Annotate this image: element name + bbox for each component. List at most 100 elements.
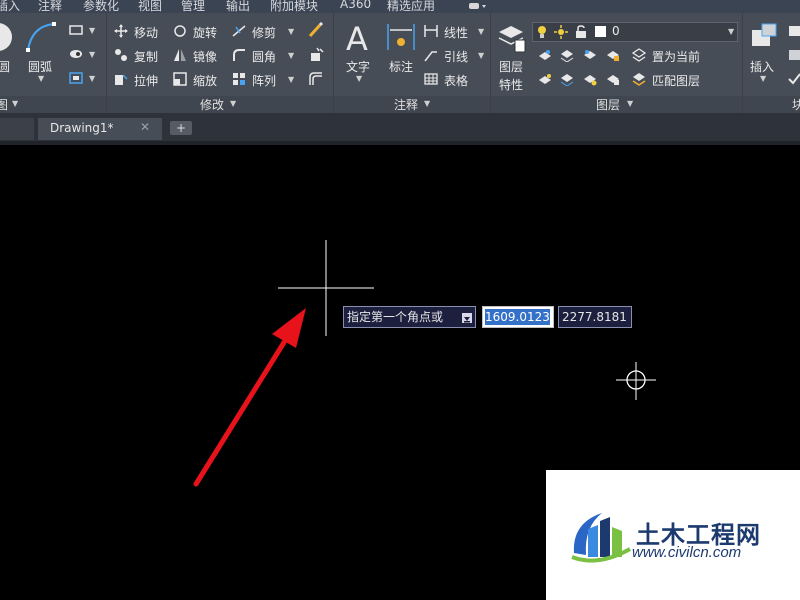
insert-button[interactable]: 插入	[750, 58, 774, 75]
document-tab-label[interactable]: Drawing1*	[50, 121, 114, 135]
leader-icon[interactable]	[424, 48, 438, 65]
copy-button[interactable]: 复制	[134, 48, 158, 65]
layer-lock-icon[interactable]	[606, 48, 620, 65]
edit-block-icon[interactable]	[788, 48, 800, 65]
draw-panel-title[interactable]: 图	[0, 96, 8, 113]
layer-color-swatch[interactable]	[595, 26, 606, 37]
chevron-down-icon[interactable]: ▼	[424, 99, 430, 108]
chevron-down-icon[interactable]: ▼	[288, 51, 294, 60]
chevron-down-icon[interactable]: ▼	[38, 74, 44, 83]
x-value-selected[interactable]: 1609.0123	[485, 309, 550, 325]
modify-panel-title[interactable]: 修改	[200, 96, 224, 113]
create-block-icon[interactable]	[788, 24, 800, 41]
menu-tab-parametric[interactable]: 参数化	[83, 0, 119, 13]
move-button[interactable]: 移动	[134, 24, 158, 41]
chevron-down-icon[interactable]: ▼	[89, 26, 95, 35]
boundary-icon[interactable]	[68, 71, 84, 88]
chevron-down-icon[interactable]: ▼	[230, 99, 236, 108]
set-current-button[interactable]: 置为当前	[652, 48, 700, 65]
scale-icon[interactable]	[173, 72, 187, 89]
leader-button[interactable]: 引线	[444, 48, 468, 65]
menu-tab-insert[interactable]: 插入	[0, 0, 20, 13]
sun-icon[interactable]	[554, 25, 568, 42]
explode-icon[interactable]	[308, 47, 324, 66]
chevron-down-icon[interactable]: ▼	[89, 50, 95, 59]
stretch-button[interactable]: 拉伸	[134, 72, 158, 89]
mirror-icon[interactable]	[173, 48, 187, 65]
layer-thaw-icon[interactable]	[583, 72, 597, 89]
annotation-panel-title[interactable]: 注释	[394, 96, 418, 113]
match-layer-icon[interactable]	[632, 72, 646, 89]
circle-icon[interactable]	[0, 20, 16, 54]
linear-dim-icon[interactable]	[424, 24, 438, 41]
rotate-button[interactable]: 旋转	[193, 24, 217, 41]
layer-unlock-icon[interactable]	[606, 72, 620, 89]
circle-label[interactable]: 圆	[0, 58, 10, 75]
chevron-down-icon[interactable]: ▼	[478, 51, 484, 60]
close-icon[interactable]: ✕	[140, 120, 150, 134]
trim-button[interactable]: 修剪	[252, 24, 276, 41]
menu-tab-view[interactable]: 视图	[138, 0, 162, 13]
rotate-icon[interactable]	[173, 24, 187, 41]
layer-properties-icon[interactable]	[497, 20, 527, 54]
layer-properties-label-2[interactable]: 特性	[499, 76, 523, 93]
layer-isolate-icon[interactable]	[560, 48, 574, 65]
mirror-button[interactable]: 镜像	[193, 48, 217, 65]
linear-button[interactable]: 线性	[444, 24, 468, 41]
hatch-icon[interactable]	[68, 47, 84, 64]
scale-button[interactable]: 缩放	[193, 72, 217, 89]
menu-tab-featured-apps[interactable]: 精选应用	[387, 0, 435, 13]
copy-icon[interactable]	[114, 48, 128, 65]
layer-off-icon[interactable]	[538, 48, 552, 65]
menu-tab-output[interactable]: 输出	[226, 0, 250, 13]
chevron-down-icon[interactable]: ▼	[356, 74, 362, 83]
rectangle-icon[interactable]	[68, 23, 84, 40]
move-icon[interactable]	[114, 24, 128, 41]
chevron-down-icon[interactable]: ▼	[728, 27, 734, 36]
block-panel-title[interactable]: 块	[792, 96, 800, 113]
new-tab-button[interactable]: +	[170, 121, 192, 135]
layer-freeze-icon[interactable]	[583, 48, 597, 65]
block-attr-icon[interactable]	[788, 72, 800, 89]
fillet-button[interactable]: 圆角	[252, 48, 276, 65]
layers-panel-title[interactable]: 图层	[596, 96, 620, 113]
text-button[interactable]: 文字	[346, 58, 370, 75]
arc-icon[interactable]	[24, 20, 58, 54]
layer-properties-label-1[interactable]: 图层	[499, 58, 523, 75]
chevron-down-icon[interactable]: ▼	[478, 27, 484, 36]
array-icon[interactable]	[232, 72, 246, 89]
trim-icon[interactable]	[232, 24, 246, 41]
chevron-down-icon[interactable]: ▼	[627, 99, 633, 108]
insert-block-icon[interactable]	[748, 22, 780, 54]
y-value[interactable]: 2277.8181	[562, 310, 627, 324]
text-icon[interactable]: A	[345, 20, 373, 58]
erase-icon[interactable]	[308, 21, 324, 41]
prompt-options-button[interactable]	[462, 313, 472, 323]
chevron-down-icon[interactable]: ▼	[89, 74, 95, 83]
table-icon[interactable]	[424, 72, 438, 89]
stretch-icon[interactable]	[114, 72, 128, 89]
menu-tab-a360[interactable]: A360	[340, 0, 371, 11]
dimension-button[interactable]: 标注	[389, 58, 413, 75]
chevron-down-icon[interactable]: ▼	[288, 75, 294, 84]
start-tab[interactable]	[0, 118, 34, 140]
array-button[interactable]: 阵列	[252, 72, 276, 89]
menu-tab-annotate[interactable]: 注释	[38, 0, 62, 13]
chevron-down-icon[interactable]: ▼	[288, 27, 294, 36]
toggle-ribbon-icon[interactable]	[468, 0, 488, 9]
unlock-icon[interactable]	[575, 25, 587, 42]
set-current-icon[interactable]	[631, 48, 647, 65]
lightbulb-icon[interactable]	[536, 25, 548, 42]
fillet-icon[interactable]	[232, 48, 246, 65]
match-layer-button[interactable]: 匹配图层	[652, 72, 700, 89]
offset-icon[interactable]	[308, 71, 324, 90]
x-coordinate-input[interactable]: 1609.0123	[482, 306, 554, 328]
layer-unisolate-icon[interactable]	[560, 72, 574, 89]
layer-on-icon[interactable]	[538, 72, 552, 89]
menu-tab-manage[interactable]: 管理	[181, 0, 205, 13]
dimension-icon[interactable]	[386, 20, 416, 54]
chevron-down-icon[interactable]: ▼	[760, 74, 766, 83]
y-coordinate-input[interactable]: 2277.8181	[558, 306, 632, 328]
menu-tab-addins[interactable]: 附加模块	[270, 0, 318, 13]
table-button[interactable]: 表格	[444, 72, 468, 89]
